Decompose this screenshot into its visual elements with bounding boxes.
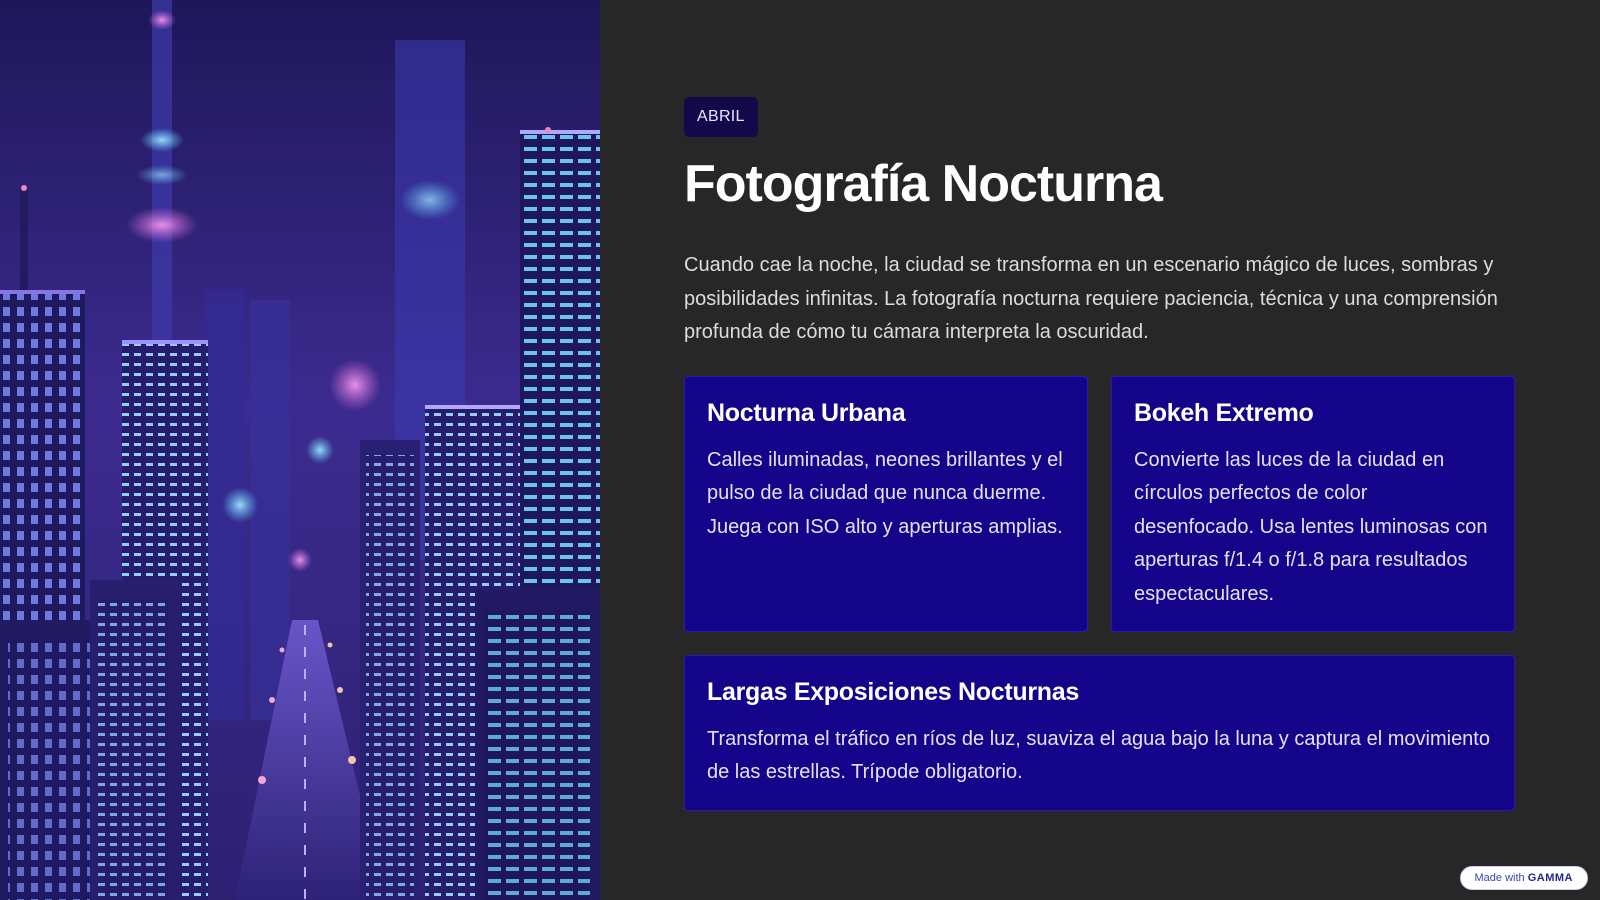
city-illustration (0, 0, 600, 900)
slide-title: Fotografía Nocturna (684, 155, 1163, 213)
content-panel: ABRIL Fotografía Nocturna Cuando cae la … (684, 97, 1516, 811)
gamma-logo: GAMMA (1527, 872, 1573, 884)
card-largas-exposiciones: Largas Exposiciones Nocturnas Transforma… (684, 654, 1515, 811)
card-nocturna-urbana: Nocturna Urbana Calles iluminadas, neone… (684, 375, 1088, 632)
card-text: Convierte las luces de la ciudad en círc… (1134, 448, 1488, 605)
made-with-gamma-badge[interactable]: Made with GAMMA (1459, 866, 1588, 890)
month-tag: ABRIL (684, 97, 758, 137)
card-title: Largas Exposiciones Nocturnas (707, 677, 1079, 706)
intro-paragraph: Cuando cae la noche, la ciudad se transf… (684, 254, 1498, 343)
hero-image (0, 0, 600, 900)
card-title: Nocturna Urbana (707, 398, 906, 427)
cards-grid: Nocturna Urbana Calles iluminadas, neone… (684, 375, 1516, 811)
badge-prefix: Made with (1474, 872, 1525, 884)
card-text: Transforma el tráfico en ríos de luz, su… (707, 727, 1490, 784)
slide: ABRIL Fotografía Nocturna Cuando cae la … (0, 0, 1600, 900)
card-title: Bokeh Extremo (1134, 398, 1314, 427)
card-text: Calles iluminadas, neones brillantes y e… (707, 448, 1063, 538)
card-bokeh-extremo: Bokeh Extremo Convierte las luces de la … (1111, 375, 1515, 632)
